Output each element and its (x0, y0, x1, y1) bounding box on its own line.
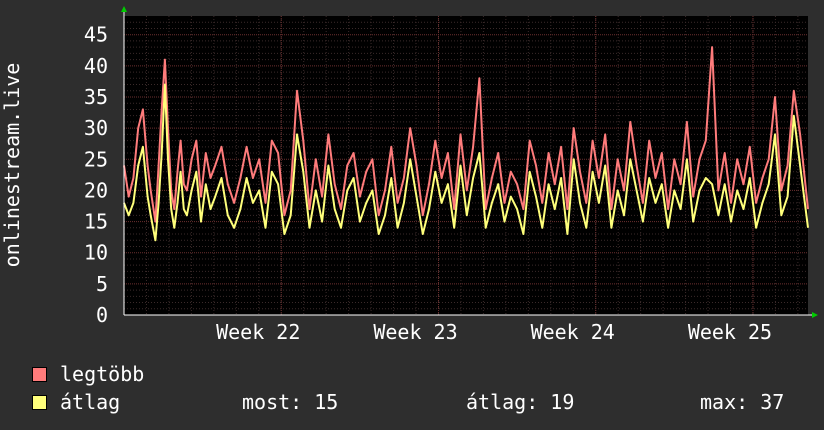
y-tick-label: 25 (84, 147, 108, 171)
y-tick-label: 30 (84, 116, 108, 140)
y-tick-label: 40 (84, 54, 108, 78)
legend-item-max: legtöbb (32, 362, 144, 386)
y-tick-label: 35 (84, 85, 108, 109)
y-tick-label: 10 (84, 241, 108, 265)
legend-item-avg: átlag (32, 390, 120, 414)
stat-now: most: 15 (242, 390, 339, 414)
legend-swatch-avg (32, 394, 47, 410)
x-tick-label: Week 23 (373, 320, 457, 344)
y-tick-label: 0 (96, 303, 108, 327)
y-tick-label: 45 (84, 23, 108, 47)
x-tick-label: Week 24 (531, 320, 615, 344)
legend-label-avg: átlag (60, 390, 121, 414)
x-tick-label: Week 22 (216, 320, 300, 344)
legend-swatch-max (32, 366, 47, 382)
x-tick-label: Week 25 (688, 320, 772, 344)
y-tick-label: 5 (96, 272, 108, 296)
legend-label-max: legtöbb (60, 362, 145, 386)
y-tick-label: 15 (84, 210, 108, 234)
y-axis-label: onlinestream.live (0, 63, 24, 268)
stat-avg: átlag: 19 (466, 390, 575, 414)
stat-max: max: 37 (700, 390, 785, 414)
line-chart: 0 5 10 15 20 25 30 35 40 45 Week 22 Week 23 Week 24 W… (0, 6, 818, 344)
x-axis-arrow (812, 312, 818, 318)
y-tick-label: 20 (84, 178, 108, 202)
y-axis-arrow (121, 6, 127, 12)
